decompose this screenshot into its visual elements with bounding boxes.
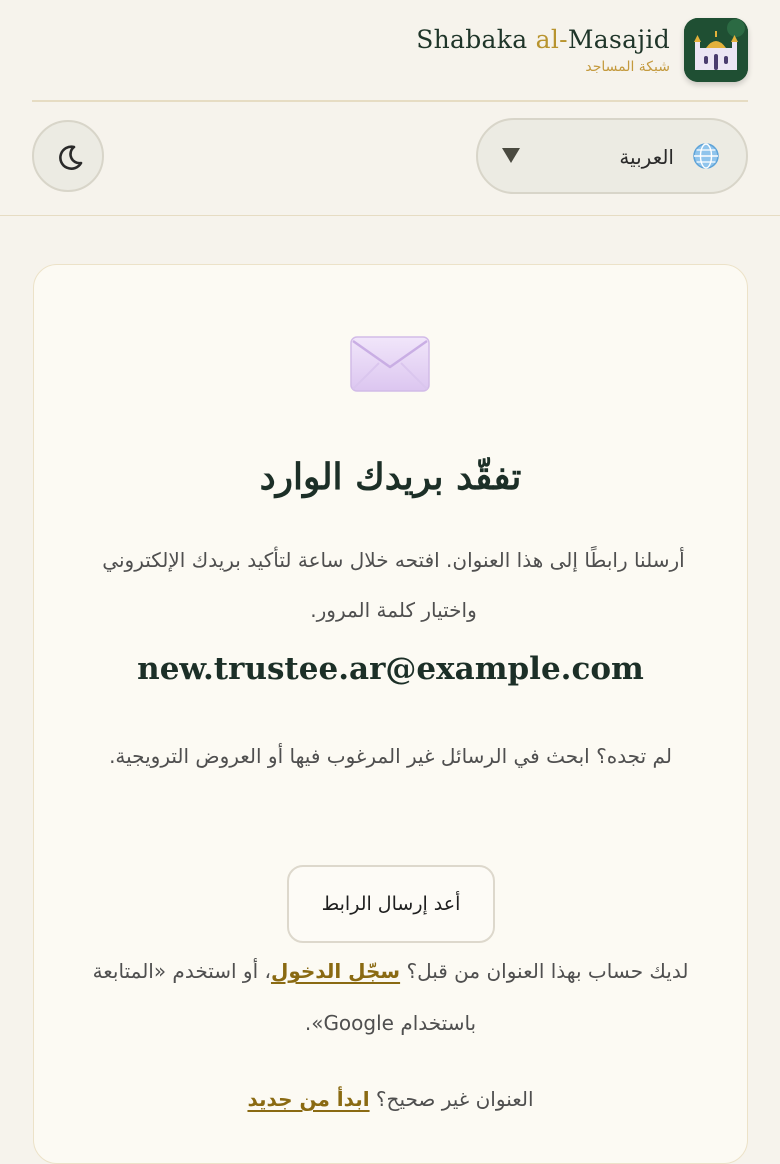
brand-text: Shabaka al-Masajid شبكة المساجد [416,23,670,77]
language-select[interactable]: العربية [476,118,748,194]
brand-name: Shabaka al-Masajid [416,25,670,54]
description-text: أرسلنا رابطًا إلى هذا العنوان. افتحه خلا… [102,548,685,622]
globe-icon [692,142,720,170]
email-address: new.trustee.ar@example.com [137,651,644,687]
resend-link-button[interactable]: أعد إرسال الرابط [287,865,495,943]
moon-icon [59,145,83,170]
spam-hint-text: لم تجده؟ ابحث في الرسائل غير المرغوب فيه… [109,744,672,768]
theme-toggle-button[interactable] [32,120,104,192]
wrong-address-hint: العنوان غير صحيح؟ ابدأ من جديد [247,1087,534,1111]
brand[interactable]: Shabaka al-Masajid شبكة المساجد [416,18,748,82]
language-select-value: العربية [619,145,674,169]
existing-account-hint: لديك حساب بهذا العنوان من قبل؟ سجّل الدخ… [92,959,689,1035]
sign-in-link[interactable]: سجّل الدخول [271,959,400,983]
page-title: تفقّد بريدك الوارد [259,456,522,498]
start-over-link[interactable]: ابدأ من جديد [247,1087,369,1111]
mosque-icon [684,18,748,82]
envelope-icon [349,333,431,399]
header-divider [32,100,748,102]
confirmation-card: تفقّد بريدك الوارد أرسلنا رابطًا إلى هذا… [33,264,748,1164]
app-header: Shabaka al-Masajid شبكة المساجد العربية [0,0,780,216]
brand-name-accent: al- [535,25,568,54]
brand-subtitle: شبكة المساجد [585,59,670,75]
chevron-down-icon [502,148,520,163]
